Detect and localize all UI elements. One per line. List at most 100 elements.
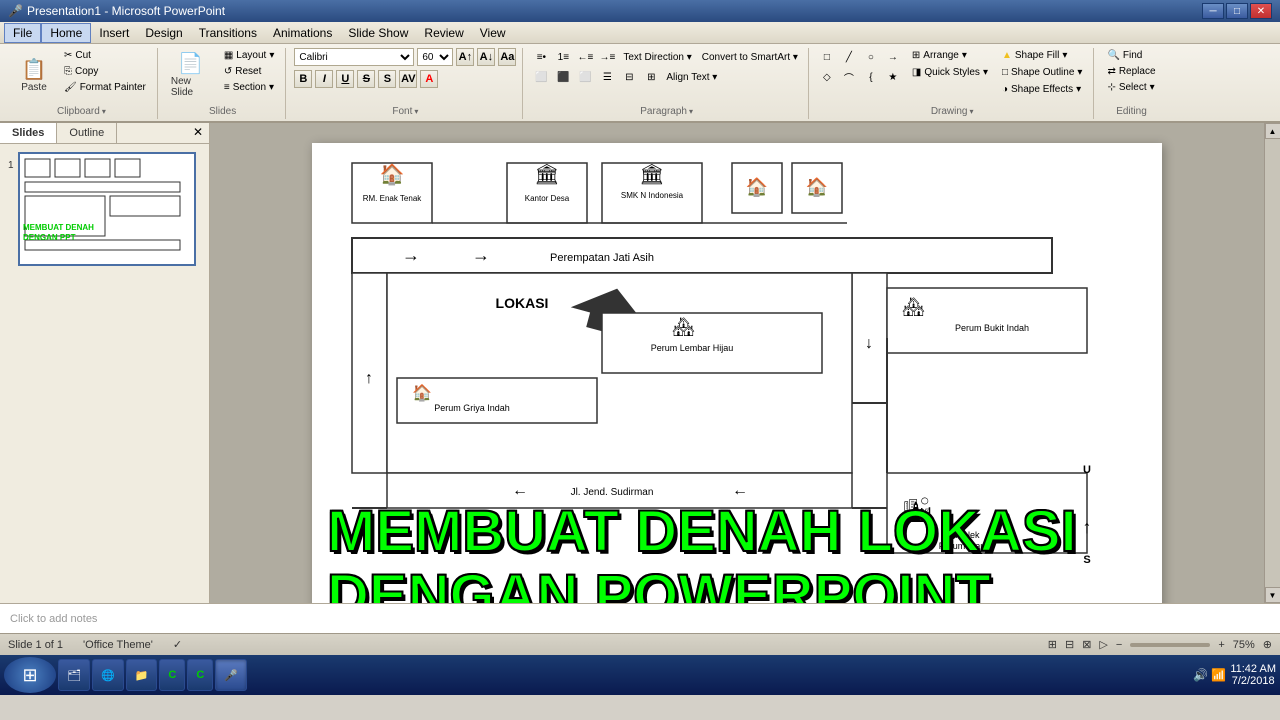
decrease-indent-button[interactable]: ←≡ [575, 48, 595, 66]
font-size-decrease-button[interactable]: A↓ [477, 48, 495, 66]
paragraph-expand-icon[interactable]: ▾ [689, 107, 693, 116]
justify-button[interactable]: ☰ [597, 68, 617, 86]
maximize-button[interactable]: □ [1226, 3, 1248, 19]
overlay-line1: MEMBUAT DENAH LOKASI [327, 500, 1147, 564]
replace-button[interactable]: ⇄ Replace [1102, 64, 1160, 79]
increase-indent-button[interactable]: →≡ [597, 48, 617, 66]
layout-button[interactable]: ▦ Layout ▾ [219, 48, 280, 63]
text-shadow-button[interactable]: S [378, 70, 396, 88]
taskbar-chrome[interactable]: 🌐 [92, 659, 124, 691]
close-button[interactable]: ✕ [1250, 3, 1272, 19]
shape-line-button[interactable]: ╱ [839, 48, 859, 66]
drawing-expand-icon[interactable]: ▾ [970, 107, 974, 116]
italic-button[interactable]: I [315, 70, 333, 88]
menu-insert[interactable]: Insert [91, 24, 137, 42]
taskbar-explorer[interactable]: 🗂 [58, 659, 90, 691]
shape-outline-button[interactable]: □ Shape Outline ▾ [997, 65, 1087, 80]
fit-window-button[interactable]: ⊕ [1263, 638, 1272, 651]
slides-tab[interactable]: Slides [0, 123, 57, 143]
align-text-button[interactable]: ⊟ [619, 68, 639, 86]
menu-transitions[interactable]: Transitions [191, 24, 265, 42]
menu-review[interactable]: Review [416, 24, 471, 42]
view-slide-sorter-icon[interactable]: ⊟ [1065, 638, 1074, 651]
align-text-label[interactable]: Align Text ▾ [663, 71, 720, 84]
slide-thumbnail[interactable]: MEMBUAT DENAH DENGAN PPT [18, 152, 196, 266]
shape-bracket-button[interactable]: { [861, 68, 881, 86]
menu-animations[interactable]: Animations [265, 24, 340, 42]
format-painter-button[interactable]: 🖌 Format Painter [59, 80, 151, 95]
find-button[interactable]: 🔍 Find [1102, 48, 1160, 63]
columns-button[interactable]: ⊞ [641, 68, 661, 86]
font-expand-icon[interactable]: ▾ [414, 107, 418, 116]
minimize-button[interactable]: ─ [1202, 3, 1224, 19]
menu-home[interactable]: Home [41, 23, 91, 43]
notes-area[interactable]: Click to add notes [0, 603, 1280, 633]
taskbar-powerpoint[interactable]: 🎤 [215, 659, 247, 691]
taskbar-c1[interactable]: C [159, 659, 185, 691]
shape-fill-button[interactable]: ▲ Shape Fill ▾ [997, 48, 1087, 63]
font-size-select[interactable]: 60 [417, 48, 453, 66]
reset-button[interactable]: ↺ Reset [219, 64, 280, 79]
slides-label: Slides [166, 104, 280, 117]
zoom-slider[interactable] [1130, 643, 1210, 647]
align-right-button[interactable]: ⬜ [575, 68, 595, 86]
zoom-out-button[interactable]: − [1116, 639, 1122, 651]
outline-tab[interactable]: Outline [57, 123, 117, 143]
select-button[interactable]: ⊹ Select ▾ [1102, 80, 1160, 95]
shape-effects-button[interactable]: ◑ Shape Effects ▾ [997, 82, 1087, 97]
menu-design[interactable]: Design [137, 24, 190, 42]
copy-button[interactable]: ⎘ Copy [59, 64, 151, 79]
paste-button[interactable]: 📋 Paste [12, 48, 56, 104]
shape-outline-icon: □ [1002, 67, 1008, 78]
bold-button[interactable]: B [294, 70, 312, 88]
clear-format-button[interactable]: Aa [498, 48, 516, 66]
cut-button[interactable]: ✂ Cut [59, 48, 151, 63]
align-center-button[interactable]: ⬛ [553, 68, 573, 86]
zoom-in-button[interactable]: + [1218, 639, 1224, 651]
scroll-up-button[interactable]: ▲ [1265, 123, 1280, 139]
menu-file[interactable]: File [4, 23, 41, 43]
taskbar-folder[interactable]: 📁 [126, 659, 158, 691]
text-direction-button[interactable]: Text Direction ▾ [619, 50, 695, 65]
shape-curve-button[interactable]: ⌒ [839, 68, 859, 86]
taskbar-c2[interactable]: C [187, 659, 213, 691]
paragraph-group-content: ≡• 1≡ ←≡ →≡ Text Direction ▾ Convert to … [531, 48, 802, 104]
new-slide-button[interactable]: 📄 New Slide [166, 48, 216, 104]
format-painter-icon: 🖌 [64, 82, 77, 93]
underline-button[interactable]: U [336, 70, 354, 88]
convert-smartart-button[interactable]: Convert to SmartArt ▾ [698, 50, 802, 65]
shape-tools: □ ╱ ○ → ◇ ⌒ { ★ [817, 48, 903, 86]
paste-icon: 📋 [22, 60, 47, 80]
scroll-track[interactable] [1265, 139, 1280, 587]
font-family-select[interactable]: Calibri [294, 48, 414, 66]
numbering-button[interactable]: 1≡ [553, 48, 573, 66]
shape-rect-button[interactable]: □ [817, 48, 837, 66]
arrange-button[interactable]: ⊞ Arrange ▾ [907, 48, 993, 63]
menu-slideshow[interactable]: Slide Show [340, 24, 416, 42]
shape-polygon-button[interactable]: ◇ [817, 68, 837, 86]
slide-panel: Slides Outline ✕ 1 [0, 123, 210, 603]
font-size-increase-button[interactable]: A↑ [456, 48, 474, 66]
align-left-button[interactable]: ⬜ [531, 68, 551, 86]
start-button[interactable]: ⊞ [4, 657, 56, 693]
shape-star-button[interactable]: ★ [883, 68, 903, 86]
slide-panel-close-button[interactable]: ✕ [187, 123, 209, 143]
view-reading-icon[interactable]: ⊠ [1082, 638, 1091, 651]
char-spacing-button[interactable]: AV [399, 70, 417, 88]
system-tray-icons: 🔊 📶 [1193, 668, 1226, 682]
shape-arrow-button[interactable]: → [883, 48, 903, 66]
font-color-button[interactable]: A [420, 70, 438, 88]
drawing-label: Drawing ▾ [817, 104, 1088, 117]
scroll-down-button[interactable]: ▼ [1265, 587, 1280, 603]
quick-styles-button[interactable]: ◨ Quick Styles ▾ [907, 65, 993, 80]
bullets-button[interactable]: ≡• [531, 48, 551, 66]
strikethrough-button[interactable]: S [357, 70, 375, 88]
view-slideshow-icon[interactable]: ▷ [1099, 638, 1107, 651]
clipboard-expand-icon[interactable]: ▾ [102, 107, 106, 116]
section-button[interactable]: ≡ Section ▾ [219, 80, 280, 95]
menu-view[interactable]: View [472, 24, 514, 42]
canvas-area[interactable]: 🏠 RM. Enak Tenak 🏛 Kantor Desa 🏛 SMK N I… [210, 123, 1264, 603]
vertical-scrollbar[interactable]: ▲ ▼ [1264, 123, 1280, 603]
shape-circle-button[interactable]: ○ [861, 48, 881, 66]
view-normal-icon[interactable]: ⊞ [1048, 638, 1057, 651]
